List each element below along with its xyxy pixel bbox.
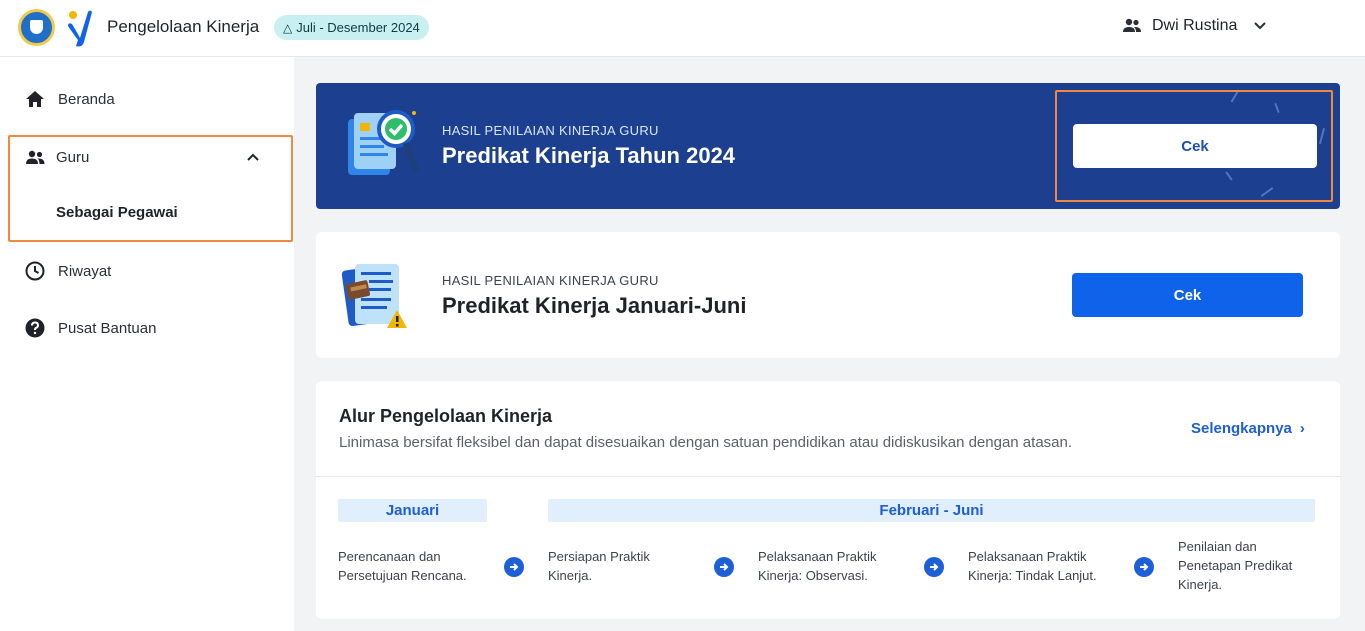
user-menu[interactable]: Dwi Rustina <box>1122 14 1267 38</box>
banner-title: Predikat Kinerja Tahun 2024 <box>442 143 736 168</box>
sidebar-item-label: Pusat Bantuan <box>58 319 157 337</box>
arrow-right-icon <box>504 557 524 577</box>
app-logo-icon <box>68 10 92 47</box>
step-line: Kinerja. <box>1178 577 1223 592</box>
sidebar-item-label: Guru <box>56 148 90 166</box>
arrow-right-icon <box>714 557 734 577</box>
sidebar-subitem-sebagai-pegawai[interactable]: Sebagai Pegawai <box>56 204 178 221</box>
step-line: Pelaksanaan Praktik <box>968 549 1087 564</box>
app-title: Pengelolaan Kinerja <box>107 17 260 36</box>
home-icon <box>26 91 44 107</box>
step-line: Kinerja. <box>548 568 593 583</box>
step-line: Persetujuan Rencana. <box>338 568 467 583</box>
sidebar: Beranda Guru Sebagai Pegawai Riwayat Pus… <box>0 57 294 631</box>
top-bar: Pengelolaan Kinerja △ Juli - Desember 202… <box>0 0 1365 57</box>
chevron-up-icon <box>247 153 259 161</box>
chevron-right-icon: › <box>1299 420 1305 437</box>
step-line: Penilaian dan <box>1178 539 1257 554</box>
kemendikbud-logo-icon <box>18 9 55 46</box>
step-line: Persiapan Praktik <box>548 549 650 564</box>
selengkapnya-label: Selengkapnya <box>1191 420 1292 437</box>
clock-icon <box>25 261 45 281</box>
users-icon <box>26 150 45 164</box>
alur-pengelolaan-card: Alur Pengelolaan Kinerja Linimasa bersif… <box>316 381 1340 619</box>
semester-performance-card: HASIL PENILAIAN KINERJA GURU Predikat Ki… <box>316 232 1340 358</box>
step-4: Pelaksanaan Praktik Kinerja: Tindak Lanju… <box>968 547 1097 585</box>
chevron-down-icon <box>1254 22 1267 30</box>
period-badge: △ Juli - Desember 2024 <box>274 15 429 40</box>
alur-title: Alur Pengelolaan Kinerja <box>339 406 553 426</box>
step-line: Pelaksanaan Praktik <box>758 549 877 564</box>
arrow-right-icon <box>1134 557 1154 577</box>
step-5: Penilaian dan Penetapan Predikat Kinerja. <box>1178 537 1292 594</box>
sidebar-item-beranda[interactable]: Beranda <box>0 79 294 119</box>
user-name: Dwi Rustina <box>1152 17 1238 34</box>
sidebar-item-label: Beranda <box>58 90 115 108</box>
selengkapnya-link[interactable]: Selengkapnya › <box>1191 420 1305 437</box>
step-1: Perencanaan dan Persetujuan Rencana. <box>338 547 467 585</box>
sidebar-item-pusat-bantuan[interactable]: Pusat Bantuan <box>0 308 294 348</box>
semester-kicker: HASIL PENILAIAN KINERJA GURU <box>442 273 659 288</box>
phase-februari-juni: Februari - Juni <box>548 499 1315 522</box>
step-3: Pelaksanaan Praktik Kinerja: Observasi. <box>758 547 877 585</box>
sidebar-item-riwayat[interactable]: Riwayat <box>0 251 294 291</box>
sidebar-item-label: Riwayat <box>58 262 112 280</box>
alur-description: Linimasa bersifat fleksibel dan dapat di… <box>339 434 1073 451</box>
step-line: Penetapan Predikat <box>1178 558 1293 573</box>
step-line: Kinerja: Tindak Lanjut. <box>968 568 1097 583</box>
step-line: Perencanaan dan <box>338 549 441 564</box>
help-icon <box>25 318 45 338</box>
sidebar-item-guru[interactable]: Guru <box>0 137 294 177</box>
step-line: Kinerja: Observasi. <box>758 568 868 583</box>
card-divider <box>316 476 1340 477</box>
semester-title: Predikat Kinerja Januari-Juni <box>442 293 747 318</box>
banner-kicker: HASIL PENILAIAN KINERJA GURU <box>442 123 659 138</box>
phase-januari: Januari <box>338 499 487 522</box>
cek-semester-button[interactable]: Cek <box>1072 273 1303 317</box>
document-warning-icon <box>341 264 407 328</box>
document-check-icon <box>348 110 419 175</box>
warning-icon: △ <box>283 21 293 35</box>
step-2: Persiapan Praktik Kinerja. <box>548 547 650 585</box>
users-icon <box>1123 18 1141 32</box>
cek-annual-button[interactable]: Cek <box>1073 124 1317 168</box>
arrow-right-icon <box>924 557 944 577</box>
period-badge-label: Juli - Desember 2024 <box>296 20 420 35</box>
